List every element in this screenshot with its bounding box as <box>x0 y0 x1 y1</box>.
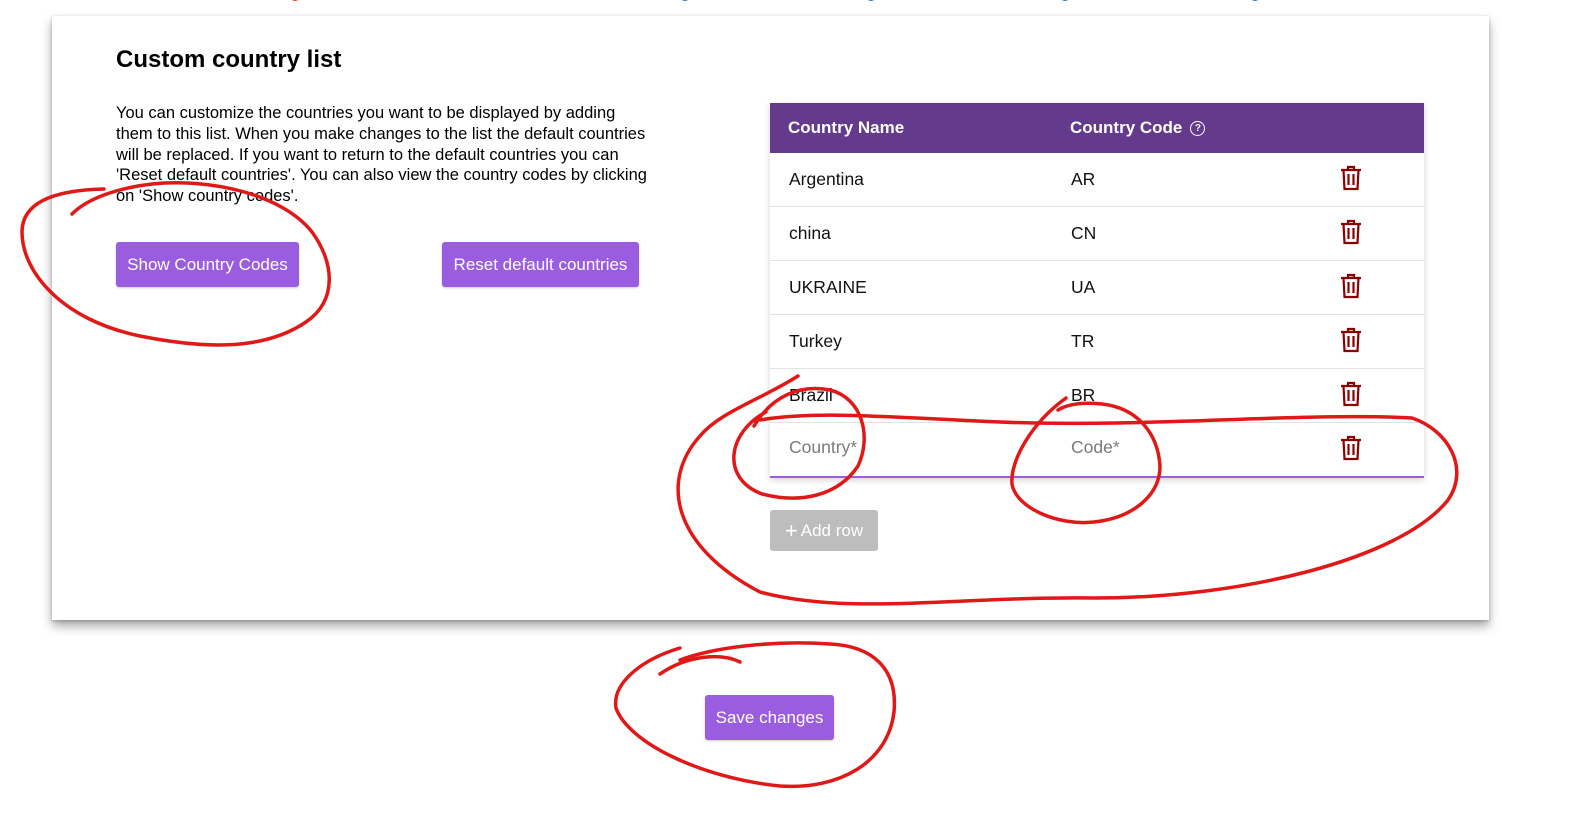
country-code-cell: BR <box>1071 385 1096 405</box>
country-name-cell: china <box>789 223 831 243</box>
add-row-label: Add row <box>800 520 864 540</box>
help-circle-icon[interactable]: ? <box>1190 120 1206 136</box>
country-name-cell: Brazil <box>789 385 833 405</box>
country-code-cell: AR <box>1071 169 1096 189</box>
table-row: Brazil BR <box>770 369 1424 423</box>
country-name-input[interactable] <box>789 437 989 458</box>
add-row-button[interactable]: + Add row <box>770 510 878 551</box>
reset-default-countries-button[interactable]: Reset default countries <box>442 242 639 287</box>
country-code-cell: CN <box>1071 223 1097 243</box>
table-header: Country Name Country Code ? <box>770 103 1424 153</box>
country-list-panel: Custom country list You can customize th… <box>52 16 1489 620</box>
top-strip-partial <box>0 0 1582 16</box>
country-table: Country Name Country Code ? Argentina AR c… <box>770 103 1424 478</box>
country-name-cell: Argentina <box>789 169 864 189</box>
panel-description: You can customize the countries you want… <box>116 104 647 206</box>
trash-icon[interactable] <box>1340 165 1362 191</box>
table-row: UKRAINE UA <box>770 261 1424 315</box>
table-row: Turkey TR <box>770 315 1424 369</box>
table-body: Argentina AR china CN UKRAINE UA Turkey TR Brazi… <box>770 153 1424 423</box>
plus-icon: + <box>784 517 798 543</box>
trash-icon[interactable] <box>1340 273 1362 299</box>
trash-icon[interactable] <box>1340 381 1362 407</box>
show-country-codes-button[interactable]: Show Country Codes <box>116 242 299 287</box>
header-country-code-label: Country Code <box>1070 118 1183 137</box>
country-code-cell: TR <box>1071 331 1095 351</box>
table-row: Argentina AR <box>770 153 1424 207</box>
trash-icon[interactable] <box>1340 219 1362 245</box>
header-country-name: Country Name <box>788 118 905 137</box>
country-code-cell: UA <box>1071 277 1096 297</box>
country-name-cell: Turkey <box>789 331 842 351</box>
table-row-new <box>770 423 1424 478</box>
country-name-cell: UKRAINE <box>789 277 867 297</box>
table-row: china CN <box>770 207 1424 261</box>
header-country-code: Country Code ? <box>1070 118 1206 138</box>
save-changes-button[interactable]: Save changes <box>705 695 834 740</box>
trash-icon[interactable] <box>1340 435 1362 461</box>
page-title: Custom country list <box>116 46 342 73</box>
country-code-input[interactable] <box>1071 437 1271 458</box>
trash-icon[interactable] <box>1340 327 1362 353</box>
